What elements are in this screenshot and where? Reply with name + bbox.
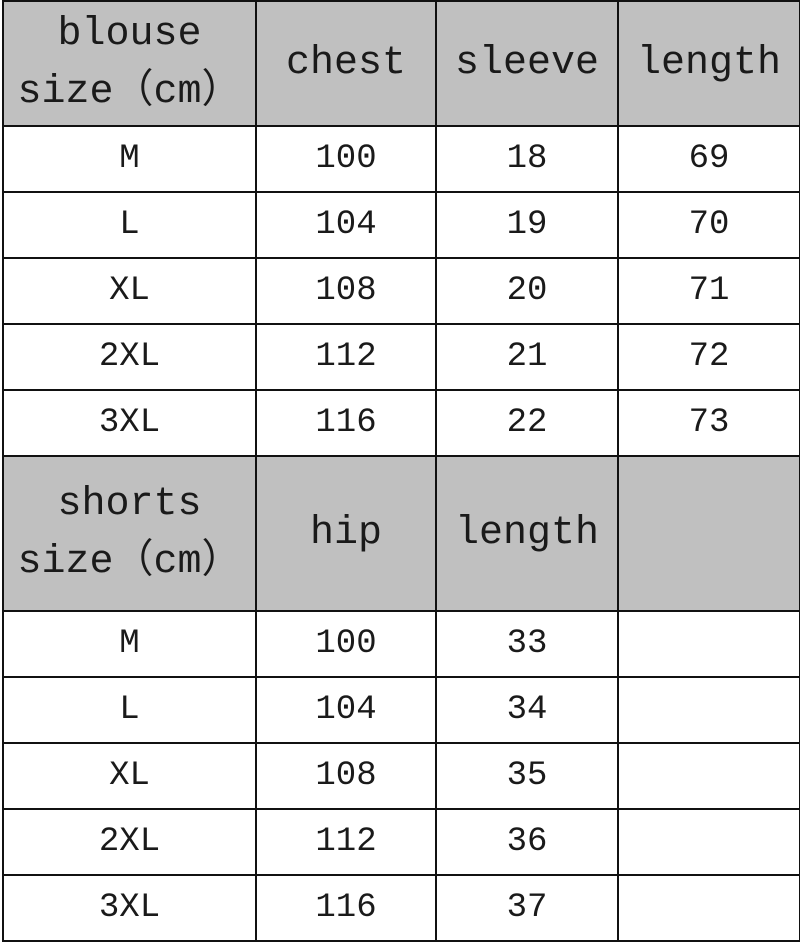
shorts-cell: XL [2,742,257,810]
blouse-cell: 19 [435,191,619,259]
blouse-cell: XL [2,257,257,325]
shorts-cell: L [2,676,257,744]
shorts-size-header: shorts size（cm） [2,455,257,612]
shorts-cell: 37 [435,874,619,942]
blouse-table-row: 2XL 112 21 72 [2,323,800,391]
blouse-table-row: XL 108 20 71 [2,257,800,325]
blouse-cell: 72 [617,323,800,391]
header-line: size（cm） [17,539,242,585]
blouse-header-row: blouse size（cm） chest sleeve length [2,0,800,127]
blouse-header-chest: chest [255,0,437,127]
shorts-cell: 35 [435,742,619,810]
blouse-cell: 100 [255,125,437,193]
shorts-header-length: length [435,455,619,612]
blouse-cell: 104 [255,191,437,259]
blouse-cell: 73 [617,389,800,457]
shorts-table-row: 3XL 116 37 [2,874,800,942]
shorts-cell: 112 [255,808,437,876]
blouse-cell: 70 [617,191,800,259]
shorts-cell [617,742,800,810]
shorts-header-row: shorts size（cm） hip length [2,455,800,612]
blouse-size-header: blouse size（cm） [2,0,257,127]
shorts-cell: 116 [255,874,437,942]
blouse-cell: 2XL [2,323,257,391]
shorts-cell: 104 [255,676,437,744]
shorts-cell [617,874,800,942]
shorts-cell: 34 [435,676,619,744]
shorts-cell [617,808,800,876]
shorts-header-hip: hip [255,455,437,612]
blouse-cell: 20 [435,257,619,325]
shorts-cell: M [2,610,257,678]
blouse-cell: M [2,125,257,193]
header-line: shorts [57,481,202,527]
size-chart-table: blouse size（cm） chest sleeve length M 100 18 69 L… [2,0,800,942]
shorts-header-empty [617,455,800,612]
shorts-cell: 100 [255,610,437,678]
shorts-cell [617,676,800,744]
blouse-cell: 18 [435,125,619,193]
shorts-cell [617,610,800,678]
blouse-cell: 22 [435,389,619,457]
shorts-table-row: XL 108 35 [2,742,800,810]
blouse-cell: 112 [255,323,437,391]
shorts-cell: 2XL [2,808,257,876]
blouse-table-row: M 100 18 69 [2,125,800,193]
shorts-cell: 108 [255,742,437,810]
shorts-cell: 36 [435,808,619,876]
shorts-cell: 33 [435,610,619,678]
blouse-header-length: length [617,0,800,127]
shorts-cell: 3XL [2,874,257,942]
blouse-cell: L [2,191,257,259]
blouse-table-row: 3XL 116 22 73 [2,389,800,457]
shorts-table-row: M 100 33 [2,610,800,678]
header-line: blouse [57,11,202,57]
shorts-table-row: L 104 34 [2,676,800,744]
blouse-header-sleeve: sleeve [435,0,619,127]
shorts-table-row: 2XL 112 36 [2,808,800,876]
header-line: size（cm） [17,69,242,115]
blouse-cell: 3XL [2,389,257,457]
blouse-cell: 69 [617,125,800,193]
blouse-cell: 71 [617,257,800,325]
blouse-cell: 116 [255,389,437,457]
blouse-cell: 108 [255,257,437,325]
blouse-cell: 21 [435,323,619,391]
blouse-table-row: L 104 19 70 [2,191,800,259]
